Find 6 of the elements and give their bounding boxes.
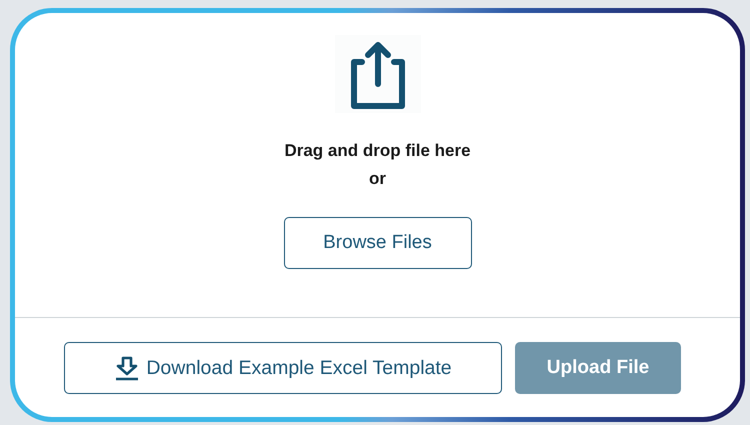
browse-files-button[interactable]: Browse Files bbox=[284, 217, 472, 269]
download-template-button[interactable]: Download Example Excel Template bbox=[64, 342, 502, 394]
drop-prompt: Drag and drop file here bbox=[284, 141, 471, 161]
download-icon bbox=[114, 355, 140, 381]
upload-icon bbox=[334, 35, 420, 113]
or-text: or bbox=[369, 169, 386, 189]
